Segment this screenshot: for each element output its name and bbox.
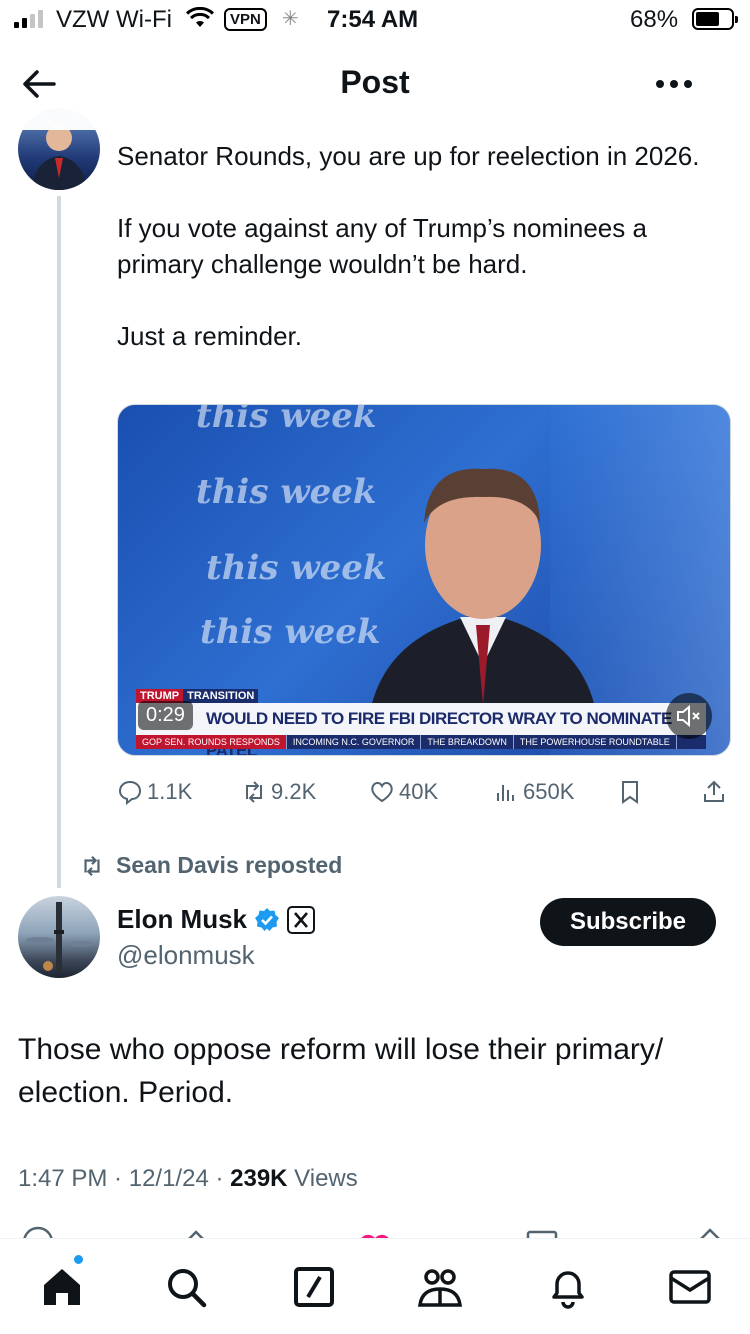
video-frame-person <box>368 468 598 725</box>
like-button[interactable]: 40K <box>369 776 438 808</box>
tab-home[interactable] <box>38 1263 86 1311</box>
home-icon <box>44 1269 80 1305</box>
carrier-label: VZW Wi-Fi <box>56 6 172 33</box>
show-watermark: this week <box>200 612 381 652</box>
show-watermark: this week <box>196 472 377 512</box>
repost-count: 9.2K <box>271 779 317 804</box>
mute-button[interactable] <box>666 693 712 739</box>
lower-third: TRUMP TRANSITION WOULD NEED TO FIRE FBI … <box>136 689 706 755</box>
bookmark-button[interactable] <box>617 776 643 808</box>
more-options-button[interactable] <box>652 64 696 104</box>
share-icon <box>704 780 724 802</box>
news-ticker: GOP SEN. ROUNDS RESPONDS INCOMING N.C. G… <box>136 735 706 749</box>
tab-grok[interactable] <box>290 1263 338 1311</box>
tweet-paragraph: If you vote against any of Trump’s nomin… <box>117 213 647 279</box>
post-date: 12/1/24 <box>128 1165 209 1192</box>
reply-icon <box>118 780 142 805</box>
ticker-item: THE POWERHOUSE ROUNDTABLE <box>514 735 677 749</box>
parent-tweet-text: Senator Rounds, you are up for reelectio… <box>117 138 727 390</box>
speaker-muted-icon <box>677 704 700 728</box>
repost-icon <box>246 781 262 803</box>
post-meta: 1:47 PM · 12/1/24 · 239K Views <box>18 1165 358 1192</box>
tweet-paragraph: Senator Rounds, you are up for reelectio… <box>117 141 700 171</box>
grok-icon <box>294 1267 334 1307</box>
more-dots-icon <box>656 80 692 88</box>
views-button[interactable]: 650K <box>493 776 574 808</box>
author-avatar[interactable] <box>18 896 100 978</box>
bell-icon <box>552 1271 584 1309</box>
reply-count: 1.1K <box>147 779 193 804</box>
video-headline: WOULD NEED TO FIRE FBI DIRECTOR WRAY TO … <box>136 703 706 755</box>
share-button[interactable] <box>701 776 727 808</box>
show-watermark: this week <box>196 404 377 436</box>
subscribe-button[interactable]: Subscribe <box>540 898 716 946</box>
bar-chart-icon <box>497 785 514 801</box>
heart-icon <box>371 782 393 803</box>
show-watermark: this week <box>206 548 387 588</box>
communities-icon <box>418 1269 462 1307</box>
author-name: Elon Musk <box>117 904 248 934</box>
signal-icon <box>14 8 43 28</box>
tab-communities[interactable] <box>416 1263 464 1311</box>
page-title: Post <box>340 64 410 100</box>
tab-notifications[interactable] <box>544 1263 592 1311</box>
x-affiliate-badge-icon <box>287 905 316 934</box>
author-name-row[interactable]: Elon Musk <box>117 904 316 935</box>
reply-button[interactable]: 1.1K <box>117 776 192 808</box>
post-views-count: 239K <box>230 1165 288 1192</box>
bottom-tab-bar <box>0 1238 750 1334</box>
ticker-item: GOP SEN. ROUNDS RESPONDS <box>136 735 287 749</box>
repost-icon <box>84 855 100 876</box>
wifi-icon <box>185 6 215 36</box>
tab-search[interactable] <box>162 1263 210 1311</box>
envelope-icon <box>669 1270 711 1304</box>
parent-tweet-actions: 1.1K 9.2K 40K 650K <box>117 776 731 808</box>
status-bar: VZW Wi-Fi VPN ✳ 7:54 AM 68% <box>0 0 750 40</box>
vpn-badge: VPN <box>224 8 267 31</box>
ticker-item: THE BREAKDOWN <box>421 735 514 749</box>
verified-badge-icon <box>255 907 280 931</box>
post-time: 1:47 PM <box>18 1165 108 1192</box>
battery-icon <box>692 8 738 30</box>
post-views-label: Views <box>294 1165 358 1192</box>
tweet-paragraph: Just a reminder. <box>117 321 302 351</box>
view-count: 650K <box>523 779 575 804</box>
bookmark-icon <box>622 781 638 804</box>
battery-percent: 68% <box>630 6 679 33</box>
ticker-item: INCOMING N.C. GOVERNOR <box>287 735 422 749</box>
rocket-avatar-image <box>26 902 94 972</box>
post-text: Those who oppose reform will lose their … <box>18 1033 664 1109</box>
clock: 7:54 AM <box>327 6 419 33</box>
video-player[interactable]: this week this week this week this week … <box>117 404 731 756</box>
thread-connector-line <box>57 196 61 888</box>
home-unread-dot <box>72 1253 85 1266</box>
repost-button[interactable]: 9.2K <box>241 776 316 808</box>
activity-spinner-icon: ✳ <box>282 8 299 30</box>
like-count: 40K <box>399 779 439 804</box>
topic-tag-b: TRANSITION <box>183 689 259 703</box>
top-bar: Post <box>0 40 750 130</box>
repost-label: Sean Davis reposted <box>116 852 343 878</box>
video-duration: 0:29 <box>138 701 193 730</box>
author-handle[interactable]: @elonmusk <box>117 940 255 971</box>
search-icon <box>168 1269 207 1308</box>
tab-messages[interactable] <box>666 1263 714 1311</box>
repost-indicator[interactable]: Sean Davis reposted <box>78 852 342 879</box>
